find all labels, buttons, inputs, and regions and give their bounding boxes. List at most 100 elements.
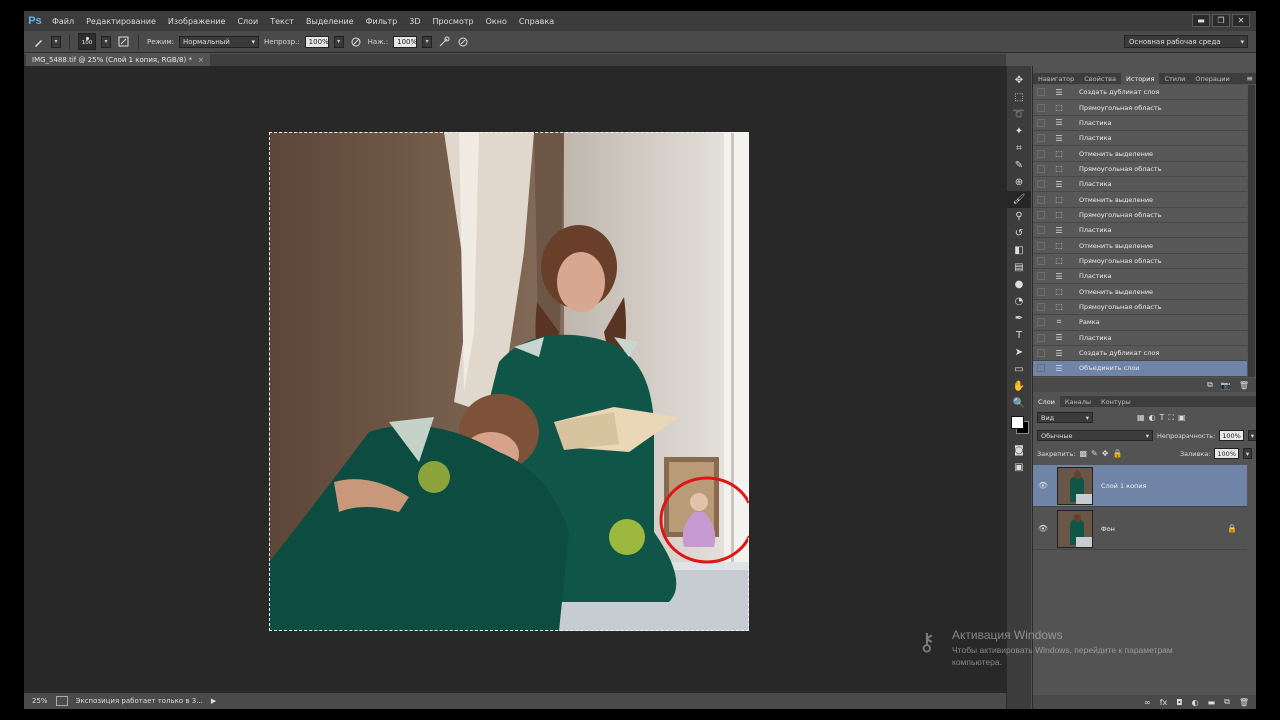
- lock-transparency-icon[interactable]: ▩: [1079, 449, 1087, 458]
- blur-tool-icon[interactable]: ●: [1007, 276, 1031, 293]
- opacity-dropdown[interactable]: ▾: [333, 35, 344, 48]
- menu-image[interactable]: Изображение: [162, 17, 232, 26]
- history-source-checkbox[interactable]: [1037, 287, 1045, 296]
- clone-stamp-tool-icon[interactable]: ⚲: [1007, 208, 1031, 225]
- lock-pixels-icon[interactable]: ✎: [1091, 449, 1098, 458]
- layer-name[interactable]: Слой 1 копия: [1101, 482, 1146, 490]
- history-source-checkbox[interactable]: [1037, 180, 1045, 189]
- foreground-color-swatch[interactable]: [1011, 416, 1024, 429]
- snapshot-icon[interactable]: 📷: [1221, 381, 1231, 390]
- close-button[interactable]: ✕: [1232, 14, 1250, 27]
- history-source-checkbox[interactable]: [1037, 333, 1045, 342]
- history-item[interactable]: ⬚ Прямоугольная область: [1033, 207, 1247, 224]
- history-source-checkbox[interactable]: [1037, 210, 1045, 219]
- history-source-checkbox[interactable]: [1037, 349, 1045, 358]
- airbrush-icon[interactable]: [437, 35, 451, 49]
- chevron-down-icon[interactable]: ▾: [1247, 430, 1256, 441]
- history-item[interactable]: ⬚ Отменить выделение: [1033, 284, 1247, 300]
- history-item[interactable]: ☰ Создать дубликат слоя: [1033, 345, 1247, 362]
- history-item[interactable]: ☰ Создать дубликат слоя: [1033, 85, 1247, 101]
- history-source-checkbox[interactable]: [1037, 134, 1045, 143]
- history-item[interactable]: ⬚ Прямоугольная область: [1033, 299, 1247, 316]
- trash-icon[interactable]: 🗑: [1239, 698, 1249, 707]
- filter-smart-object-icon[interactable]: ▣: [1178, 413, 1186, 422]
- filter-pixel-icon[interactable]: ▦: [1137, 413, 1145, 422]
- history-source-checkbox[interactable]: [1037, 241, 1045, 250]
- screen-mode-icon[interactable]: ▣: [1007, 459, 1031, 476]
- blend-mode-select[interactable]: Обычные ▾: [1037, 430, 1153, 441]
- brush-panel-toggle-icon[interactable]: [116, 35, 130, 49]
- menu-help[interactable]: Справка: [513, 17, 560, 26]
- lock-all-icon[interactable]: 🔒: [1112, 449, 1122, 458]
- move-tool-icon[interactable]: ✥: [1007, 72, 1031, 89]
- tab-navigator[interactable]: Навигатор: [1033, 73, 1079, 84]
- pressure-size-icon[interactable]: [456, 35, 470, 49]
- healing-tool-icon[interactable]: ⊕: [1007, 174, 1031, 191]
- path-select-tool-icon[interactable]: ➤: [1007, 344, 1031, 361]
- eye-icon[interactable]: 👁: [1037, 481, 1049, 490]
- history-source-checkbox[interactable]: [1037, 118, 1045, 127]
- brush-tool-icon[interactable]: 🖌: [1007, 191, 1031, 208]
- fx-icon[interactable]: fx: [1160, 698, 1168, 707]
- link-layers-icon[interactable]: ∞: [1144, 698, 1151, 707]
- tab-properties[interactable]: Свойства: [1079, 73, 1121, 84]
- history-item[interactable]: ⬚ Отменить выделение: [1033, 146, 1247, 162]
- history-item[interactable]: ☰ Пластика: [1033, 330, 1247, 346]
- filter-shape-icon[interactable]: ⛶: [1168, 413, 1174, 423]
- workspace-select[interactable]: Основная рабочая среда ▾: [1124, 35, 1248, 48]
- history-item[interactable]: ☰ Пластика: [1033, 115, 1247, 132]
- opacity-input[interactable]: 100%: [304, 35, 329, 48]
- tab-actions[interactable]: Операции: [1190, 73, 1234, 84]
- type-tool-icon[interactable]: T: [1007, 327, 1031, 344]
- dodge-tool-icon[interactable]: ◔: [1007, 293, 1031, 310]
- menu-edit[interactable]: Редактирование: [80, 17, 162, 26]
- history-item[interactable]: ⬚ Прямоугольная область: [1033, 100, 1247, 116]
- menu-select[interactable]: Выделение: [300, 17, 360, 26]
- history-source-checkbox[interactable]: [1037, 364, 1045, 373]
- menu-layers[interactable]: Слои: [231, 17, 264, 26]
- eraser-tool-icon[interactable]: ◧: [1007, 242, 1031, 259]
- history-item[interactable]: ⌗ Рамка: [1033, 315, 1247, 331]
- menu-3d[interactable]: 3D: [403, 17, 426, 26]
- history-item[interactable]: ⬚ Прямоугольная область: [1033, 253, 1247, 270]
- history-source-checkbox[interactable]: [1037, 318, 1045, 327]
- play-icon[interactable]: ▶: [211, 697, 216, 705]
- layer-row[interactable]: 👁 Слой 1 копия: [1033, 465, 1247, 507]
- tab-layers[interactable]: Слои: [1033, 396, 1060, 407]
- menu-file[interactable]: Файл: [46, 17, 80, 26]
- add-mask-icon[interactable]: ◘: [1176, 698, 1182, 707]
- shape-tool-icon[interactable]: ▭: [1007, 361, 1031, 378]
- history-source-checkbox[interactable]: [1037, 149, 1045, 158]
- panel-menu-icon[interactable]: ≡: [1246, 74, 1253, 83]
- eyedropper-tool-icon[interactable]: ✎: [1007, 157, 1031, 174]
- menu-type[interactable]: Текст: [264, 17, 300, 26]
- chevron-down-icon[interactable]: ▾: [1243, 448, 1252, 459]
- history-source-checkbox[interactable]: [1037, 88, 1045, 97]
- tab-paths[interactable]: Контуры: [1096, 396, 1136, 407]
- history-item[interactable]: ☰ Объединить слои: [1033, 361, 1247, 377]
- layer-kind-filter[interactable]: Вид ▾: [1037, 412, 1093, 423]
- eye-icon[interactable]: 👁: [1037, 524, 1049, 533]
- history-item[interactable]: ⬚ Отменить выделение: [1033, 238, 1247, 254]
- flow-input[interactable]: 100%: [393, 35, 417, 48]
- history-source-checkbox[interactable]: [1037, 226, 1045, 235]
- zoom-tool-icon[interactable]: 🔍: [1007, 395, 1031, 412]
- menu-filter[interactable]: Фильтр: [360, 17, 404, 26]
- history-source-checkbox[interactable]: [1037, 195, 1045, 204]
- trash-icon[interactable]: 🗑: [1239, 381, 1249, 390]
- flow-dropdown[interactable]: ▾: [422, 35, 433, 48]
- restore-button[interactable]: ❐: [1212, 14, 1230, 27]
- pressure-opacity-icon[interactable]: [349, 35, 363, 49]
- lasso-tool-icon[interactable]: ➰: [1007, 106, 1031, 123]
- history-source-checkbox[interactable]: [1037, 164, 1045, 173]
- adjustment-layer-icon[interactable]: ◐: [1192, 698, 1199, 707]
- tab-styles[interactable]: Стили: [1159, 73, 1190, 84]
- zoom-level[interactable]: 25%: [32, 697, 48, 705]
- brush-size-dropdown[interactable]: ▾: [101, 35, 111, 48]
- crop-tool-icon[interactable]: ⌗: [1007, 140, 1031, 157]
- menu-view[interactable]: Просмотр: [427, 17, 480, 26]
- marquee-tool-icon[interactable]: ⬚: [1007, 89, 1031, 106]
- history-source-checkbox[interactable]: [1037, 103, 1045, 112]
- filter-adjustment-icon[interactable]: ◐: [1149, 413, 1156, 422]
- lock-position-icon[interactable]: ✥: [1102, 449, 1109, 458]
